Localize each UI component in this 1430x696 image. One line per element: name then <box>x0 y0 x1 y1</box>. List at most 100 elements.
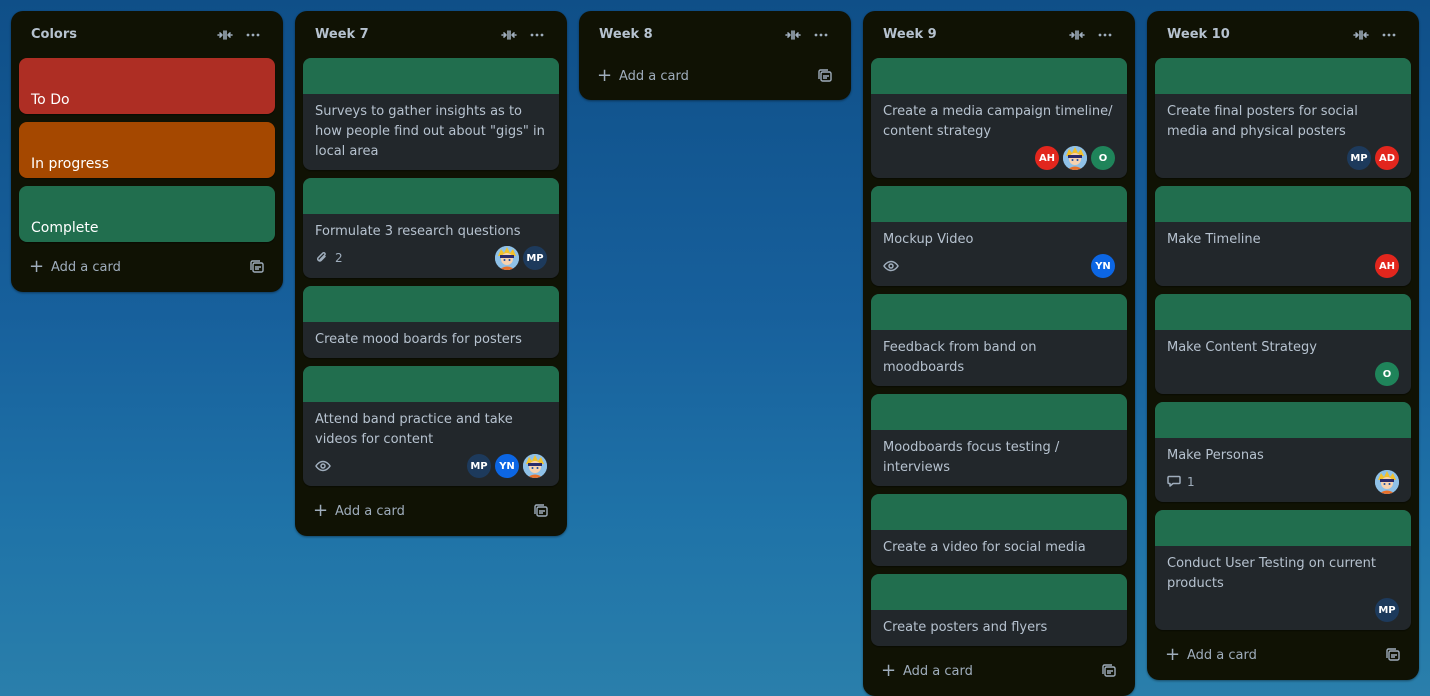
card-meta: 1 <box>1167 470 1399 494</box>
list-title[interactable]: Week 9 <box>883 27 1063 42</box>
plus-icon: + <box>1165 644 1181 665</box>
avatar-ah[interactable]: AH <box>1035 146 1059 170</box>
add-card-button[interactable]: + Add a card <box>881 662 1097 680</box>
card-cover <box>1155 186 1411 222</box>
card-body: Surveys to gather insights as to how peo… <box>303 94 559 170</box>
color-card[interactable]: Complete <box>19 186 275 242</box>
collapse-icon[interactable] <box>1063 21 1091 49</box>
template-icon[interactable] <box>529 499 553 523</box>
template-icon[interactable] <box>813 64 837 88</box>
card-body: Feedback from band on moodboards <box>871 330 1127 386</box>
list-title[interactable]: Week 7 <box>315 27 495 42</box>
more-icon[interactable] <box>239 21 267 49</box>
avatar-mp[interactable]: MP <box>1375 598 1399 622</box>
card-body: Mockup Video YN <box>871 222 1127 286</box>
card[interactable]: Moodboards focus testing / interviews <box>871 394 1127 486</box>
card-meta: MP AD <box>1167 146 1399 170</box>
collapse-icon[interactable] <box>779 21 807 49</box>
card-members: O <box>1375 362 1399 386</box>
card-body: Create final posters for social media an… <box>1155 94 1411 178</box>
add-card-button[interactable]: + Add a card <box>313 502 529 520</box>
more-icon[interactable] <box>523 21 551 49</box>
template-icon[interactable] <box>245 255 269 279</box>
comment-count: 1 <box>1187 475 1195 489</box>
card-cover <box>1155 58 1411 94</box>
avatar-ad[interactable]: AD <box>1375 146 1399 170</box>
list-title[interactable]: Week 8 <box>599 27 779 42</box>
template-icon[interactable] <box>1381 643 1405 667</box>
card[interactable]: Attend band practice and take videos for… <box>303 366 559 486</box>
card[interactable]: Create a media campaign timeline/ conten… <box>871 58 1127 178</box>
card[interactable]: Create final posters for social media an… <box>1155 58 1411 178</box>
avatar-ah[interactable]: AH <box>1375 254 1399 278</box>
list-header: Colors <box>19 11 275 58</box>
avatar-yn[interactable]: YN <box>495 454 519 478</box>
card-meta: MP YN <box>315 454 547 478</box>
card-meta: MP <box>1167 598 1399 622</box>
add-card-button[interactable]: + Add a card <box>597 67 813 85</box>
card-title: Make Content Strategy <box>1167 340 1317 355</box>
more-icon[interactable] <box>1091 21 1119 49</box>
card-body: Moodboards focus testing / interviews <box>871 430 1127 486</box>
add-card-label: Add a card <box>1187 647 1257 663</box>
avatar-o[interactable]: O <box>1375 362 1399 386</box>
card[interactable]: Create mood boards for posters <box>303 286 559 358</box>
card-members: MP AD <box>1347 146 1399 170</box>
card-members: YN <box>1091 254 1115 278</box>
collapse-icon[interactable] <box>495 21 523 49</box>
card-body: Create posters and flyers <box>871 610 1127 646</box>
card-title: Attend band practice and take videos for… <box>315 412 513 447</box>
avatar[interactable] <box>495 246 519 270</box>
plus-icon: + <box>597 65 613 86</box>
list-colors: Colors To Do In progress Complete + Add a car… <box>11 11 283 292</box>
card-body: Create mood boards for posters <box>303 322 559 358</box>
card-meta: AH O <box>883 146 1115 170</box>
card[interactable]: Make Content Strategy O <box>1155 294 1411 394</box>
plus-icon: + <box>29 256 45 277</box>
plus-icon: + <box>881 660 897 681</box>
card-title: Create mood boards for posters <box>315 332 522 347</box>
collapse-icon[interactable] <box>1347 21 1375 49</box>
card-title: Formulate 3 research questions <box>315 224 521 239</box>
card-body: Conduct User Testing on current products… <box>1155 546 1411 630</box>
card[interactable]: Feedback from band on moodboards <box>871 294 1127 386</box>
card-title: Make Timeline <box>1167 232 1261 247</box>
card[interactable]: Make Personas 1 <box>1155 402 1411 502</box>
list-footer: + Add a card <box>303 486 559 536</box>
card[interactable]: Surveys to gather insights as to how peo… <box>303 58 559 170</box>
card[interactable]: Create posters and flyers <box>871 574 1127 646</box>
card-cover <box>871 294 1127 330</box>
card-body: Make Personas 1 <box>1155 438 1411 502</box>
add-card-button[interactable]: + Add a card <box>29 258 245 276</box>
card-cover <box>303 286 559 322</box>
card[interactable]: Create a video for social media <box>871 494 1127 566</box>
card-title: Surveys to gather insights as to how peo… <box>315 104 545 159</box>
avatar-o[interactable]: O <box>1091 146 1115 170</box>
avatar-mp[interactable]: MP <box>467 454 491 478</box>
more-icon[interactable] <box>1375 21 1403 49</box>
add-card-label: Add a card <box>51 259 121 275</box>
more-icon[interactable] <box>807 21 835 49</box>
avatar-mp[interactable]: MP <box>1347 146 1371 170</box>
color-card[interactable]: In progress <box>19 122 275 178</box>
avatar-mp[interactable]: MP <box>523 246 547 270</box>
avatar[interactable] <box>1375 470 1399 494</box>
collapse-icon[interactable] <box>211 21 239 49</box>
color-card[interactable]: To Do <box>19 58 275 114</box>
card-badges <box>315 459 467 473</box>
template-icon[interactable] <box>1097 659 1121 683</box>
card[interactable]: Formulate 3 research questions 2 MP <box>303 178 559 278</box>
avatar[interactable] <box>1063 146 1087 170</box>
list-week-7: Week 7 Surveys to gather insights as to h… <box>295 11 567 536</box>
card[interactable]: Conduct User Testing on current products… <box>1155 510 1411 630</box>
list-title[interactable]: Colors <box>31 27 211 42</box>
card-members: MP <box>1375 598 1399 622</box>
card-title: Create a video for social media <box>883 540 1086 555</box>
card[interactable]: Mockup Video YN <box>871 186 1127 286</box>
add-card-button[interactable]: + Add a card <box>1165 646 1381 664</box>
card-title: Create a media campaign timeline/ conten… <box>883 104 1113 139</box>
avatar[interactable] <box>523 454 547 478</box>
list-title[interactable]: Week 10 <box>1167 27 1347 42</box>
avatar-yn[interactable]: YN <box>1091 254 1115 278</box>
card[interactable]: Make Timeline AH <box>1155 186 1411 286</box>
